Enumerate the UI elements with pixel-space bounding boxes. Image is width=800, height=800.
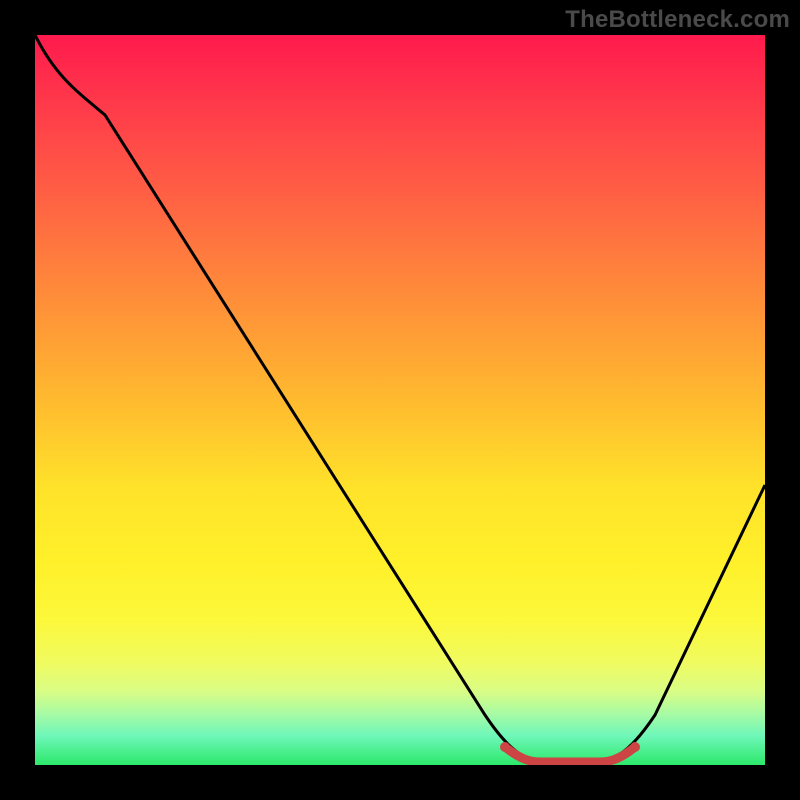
plot-area (35, 35, 765, 765)
highlight-endpoint-left (500, 742, 510, 752)
watermark-text: TheBottleneck.com (565, 6, 790, 34)
highlight-endpoint-right (630, 742, 640, 752)
curve-svg (35, 35, 765, 765)
bottleneck-curve (35, 35, 765, 761)
highlight-segment (505, 747, 635, 762)
chart-frame: TheBottleneck.com (0, 0, 800, 800)
